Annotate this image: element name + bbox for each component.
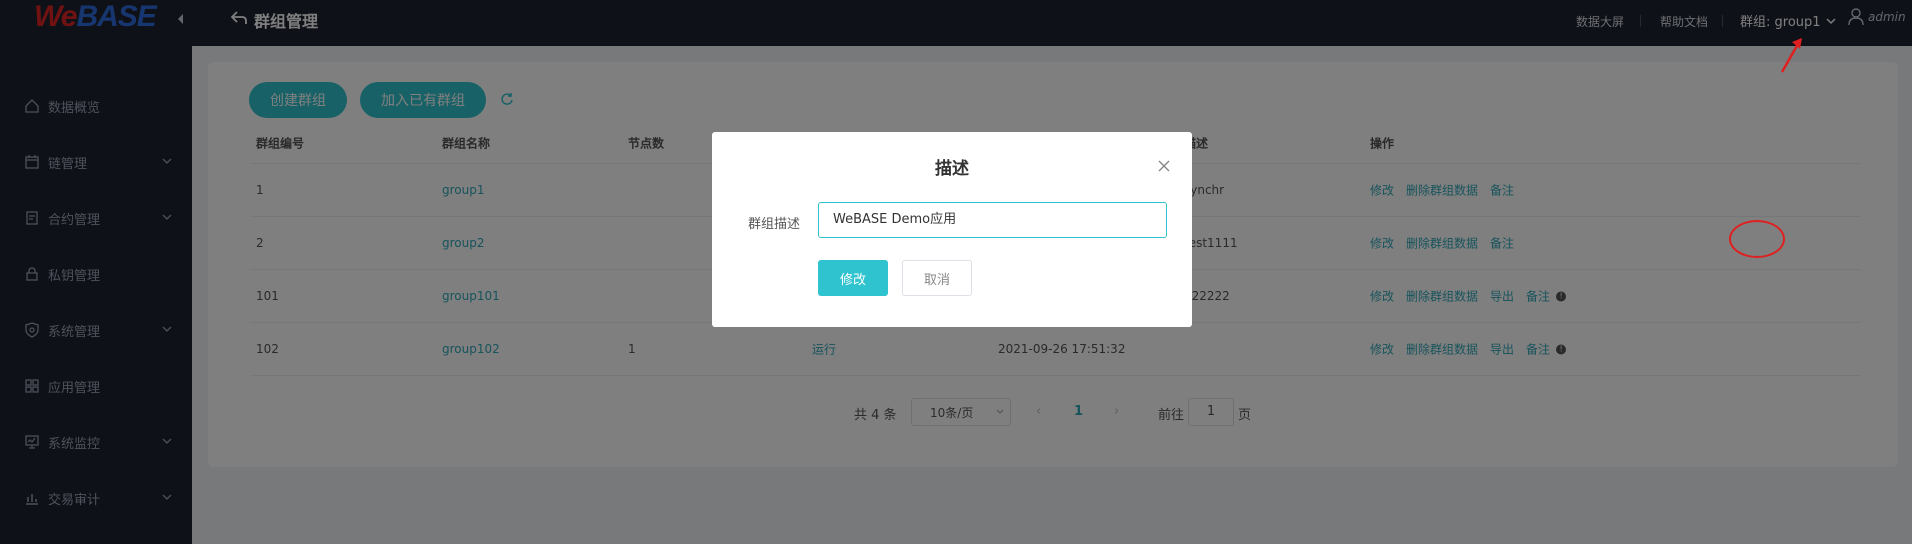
modify-button[interactable]: 修改 xyxy=(818,260,888,296)
annotation-arrow-icon xyxy=(1780,38,1802,73)
close-icon[interactable] xyxy=(1158,160,1170,172)
cancel-button[interactable]: 取消 xyxy=(902,260,972,296)
description-dialog: 描述 群组描述 WeBASE Demo应用 修改 取消 xyxy=(712,132,1192,327)
group-description-input[interactable]: WeBASE Demo应用 xyxy=(818,202,1167,238)
annotation-circle xyxy=(1729,220,1785,258)
group-description-label: 群组描述 xyxy=(748,217,801,232)
dialog-title: 描述 xyxy=(935,159,969,179)
